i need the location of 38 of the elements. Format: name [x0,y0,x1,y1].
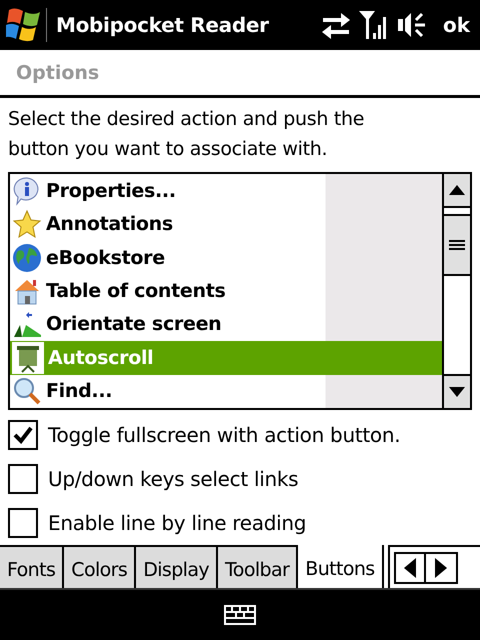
down-arrow-icon [449,387,465,397]
tab[interactable]: Colors [64,545,136,588]
left-arrow-icon [404,558,416,578]
up-arrow-icon [449,185,465,195]
projector-screen-icon [12,342,44,374]
checkbox[interactable] [8,420,38,450]
scrollbar[interactable] [442,174,470,408]
right-arrow-icon [434,558,447,578]
tab[interactable]: Fonts [0,545,64,588]
ok-button[interactable]: ok [434,13,474,37]
globe-icon [12,242,42,273]
magnifier-icon [12,376,42,406]
scroll-down-button[interactable] [444,374,470,408]
action-item[interactable]: Annotations [10,207,442,241]
checkbox-label: Toggle fullscreen with action button. [48,423,400,447]
star-icon [12,209,42,240]
check-icon [13,426,33,444]
checkbox-label: Up/down keys select links [48,467,298,491]
scroll-up-button[interactable] [444,174,470,208]
checkbox[interactable] [8,464,38,494]
speaker-icon[interactable] [396,10,427,40]
keyboard-icon[interactable] [224,605,256,625]
page-title: Options [16,62,100,84]
start-logo-icon[interactable] [6,6,48,44]
instruction-text: Select the desired action and push the button you want to associate with. [8,107,366,162]
scroll-thumb[interactable] [444,214,470,276]
tab[interactable]: Toolbar [218,545,298,588]
action-item[interactable]: Table of contents [10,274,442,308]
signal-icon[interactable] [358,9,389,41]
action-item[interactable]: eBookstore [10,240,442,274]
tab[interactable]: Display [136,545,218,588]
window-title: Mobipocket Reader [56,13,270,37]
checkbox-label: Enable line by line reading [48,511,306,535]
sync-arrows-icon[interactable] [320,11,351,39]
checkbox[interactable] [8,508,38,538]
action-item[interactable]: Orientate screen [10,308,442,342]
action-item[interactable]: Properties... [10,174,442,208]
action-item[interactable]: Find... [10,374,442,408]
